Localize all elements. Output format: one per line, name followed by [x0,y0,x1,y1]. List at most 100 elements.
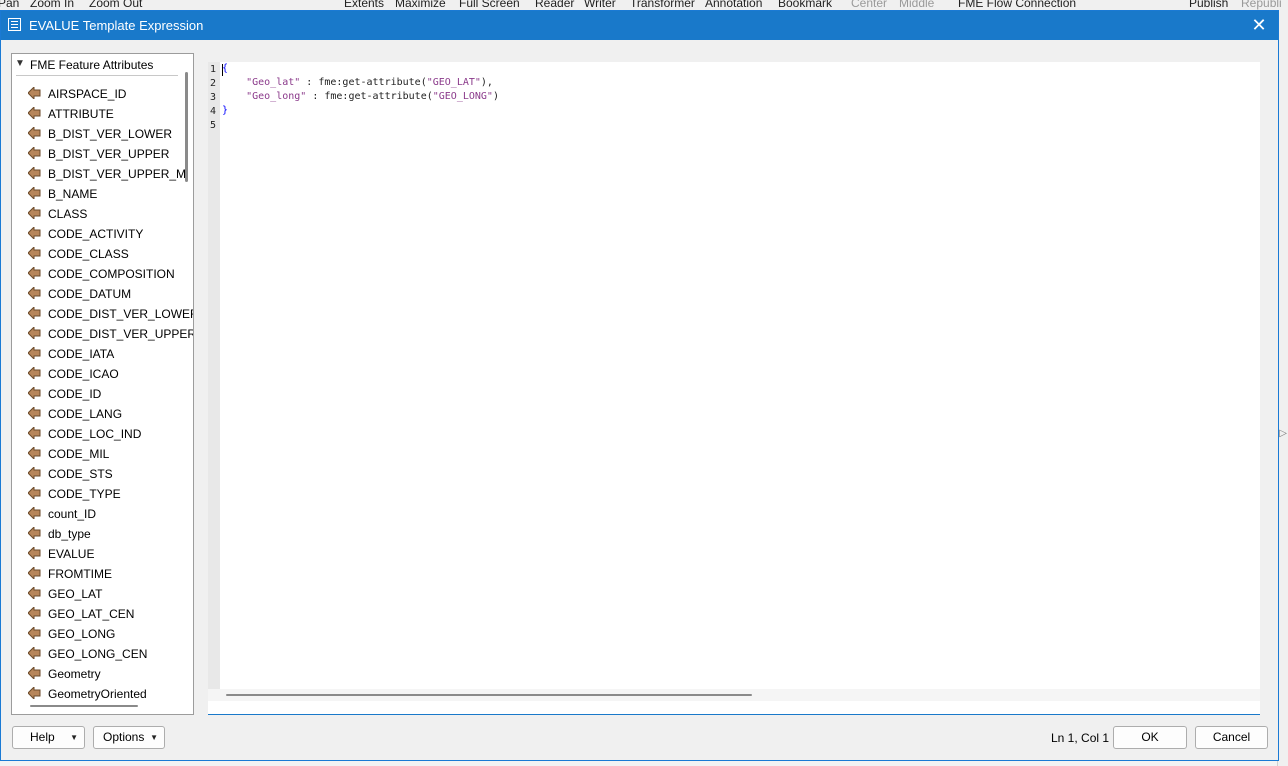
tree-item-label: CODE_CLASS [48,247,129,261]
tree-item-label: B_DIST_VER_UPPER_M [48,167,187,181]
background-toolbar-item: Publish [1189,0,1229,10]
code-token: : fme:get-attribute( [300,77,427,88]
background-toolbar-item: Center [851,0,888,10]
tree-item-label: GeometryOriented [48,687,147,701]
code-token: "GEO_LAT" [426,77,481,88]
attribute-arrow-icon [28,247,41,259]
code-line: "Geo_lat" : fme:get-attribute("GEO_LAT")… [222,77,493,88]
tree-root-label: FME Feature Attributes [30,58,154,72]
background-toolbar-item: Zoom Out [89,0,143,10]
tree-item-label: B_DIST_VER_UPPER [48,147,170,161]
tree-item-attribute[interactable]: ATTRIBUTE [12,104,178,124]
tree-item-label: Geometry [48,667,101,681]
background-toolbar-item: Maximize [395,0,446,10]
attribute-arrow-icon [28,207,41,219]
background-toolbar-item: Reader [535,0,575,10]
tree-horizontal-scrollbar[interactable] [30,705,138,707]
line-number: 1 [210,64,217,75]
attribute-arrow-icon [28,167,41,179]
tree-item-attribute[interactable]: CLASS [12,204,178,224]
tree-item-attribute[interactable]: B_DIST_VER_UPPER [12,144,178,164]
tree-item-attribute[interactable]: CODE_ID [12,384,178,404]
tree-item-label: CLASS [48,207,88,221]
tree-item-attribute[interactable]: Geometry [12,664,178,684]
tree-item-attribute[interactable]: GeometryOriented [12,684,178,704]
background-toolbar-item: Extents [344,0,385,10]
tree-item-label: CODE_ID [48,387,102,401]
tree-item-attribute[interactable]: FROMTIME [12,564,178,584]
editor-horizontal-scrollbar[interactable] [226,694,752,696]
tree-item-attribute[interactable]: GEO_LAT [12,584,178,604]
tree-item-attribute[interactable]: CODE_CLASS [12,244,178,264]
tree-item-attribute[interactable]: EVALUE [12,544,178,564]
tree-item-label: CODE_LOC_IND [48,427,142,441]
tree-item-attribute[interactable]: CODE_DIST_VER_UPPER [12,324,193,344]
attribute-arrow-icon [28,427,41,439]
tree-item-attribute[interactable]: B_DIST_VER_UPPER_M [12,164,186,184]
attribute-arrow-icon [28,127,41,139]
text-caret [222,64,223,76]
expression-editor[interactable]: 12345 { "Geo_lat" : fme:get-attribute("G… [208,62,1260,715]
chevron-down-icon: ▼ [150,733,158,742]
attribute-arrow-icon [28,387,41,399]
attribute-arrow-icon [28,307,41,319]
tree-item-label: CODE_DIST_VER_LOWER [48,307,194,321]
attribute-arrow-icon [28,687,41,699]
tree-item-label: CODE_DIST_VER_UPPER [48,327,194,341]
help-button[interactable]: Help ▼ [12,726,85,749]
tree-root-fme-feature-attributes[interactable]: ▼ FME Feature Attributes [12,56,178,76]
side-arrow-icon: ▷ [1279,428,1287,439]
tree-item-label: GEO_LONG_CEN [48,647,148,661]
tree-item-attribute[interactable]: CODE_LANG [12,404,178,424]
attribute-arrow-icon [28,587,41,599]
tree-item-attribute[interactable]: B_DIST_VER_LOWER [12,124,178,144]
code-token: "GEO_LONG" [432,91,493,102]
chevron-down-icon[interactable]: ▼ [15,58,25,69]
attribute-tree[interactable]: ▼ FME Feature Attributes AIRSPACE_ID ATTR… [11,53,194,715]
options-button[interactable]: Options ▼ [93,726,165,749]
tree-item-attribute[interactable]: GEO_LONG [12,624,178,644]
tree-item-attribute[interactable]: CODE_STS [12,464,178,484]
tree-item-attribute[interactable]: CODE_IATA [12,344,178,364]
tree-item-attribute[interactable]: B_NAME [12,184,178,204]
attribute-arrow-icon [28,147,41,159]
background-toolbar-item: Full Screen [459,0,520,10]
code-token: } [222,105,229,116]
tree-item-attribute[interactable]: CODE_MIL [12,444,178,464]
line-number-gutter: 1 2 3 4 5 [208,62,220,689]
tree-item-attribute[interactable]: CODE_DIST_VER_LOWER [12,304,193,324]
background-toolbar-item: Middle [899,0,935,10]
window-icon [8,18,21,31]
tree-item-attribute[interactable]: AIRSPACE_ID [12,84,178,104]
tree-item-attribute[interactable]: CODE_LOC_IND [12,424,178,444]
tree-vertical-scrollbar[interactable] [185,72,188,182]
line-number: 5 [210,120,217,131]
code-token: "Geo_long" [246,91,307,102]
tree-item-label: count_ID [48,507,97,521]
tree-item-label: GEO_LAT_CEN [48,607,135,621]
close-button[interactable]: ✕ [1250,15,1268,35]
options-button-label: Options [103,730,145,744]
tree-item-attribute[interactable]: CODE_ICAO [12,364,178,384]
tree-item-attribute[interactable]: CODE_COMPOSITION [12,264,178,284]
background-toolbar-item: Annotation [705,0,763,10]
attribute-arrow-icon [28,667,41,679]
cancel-button[interactable]: Cancel [1195,726,1268,749]
ok-button[interactable]: OK [1113,726,1187,749]
tree-item-attribute[interactable]: GEO_LAT_CEN [12,604,178,624]
tree-item-attribute[interactable]: db_type [12,524,178,544]
tree-item-attribute[interactable]: CODE_ACTIVITY [12,224,178,244]
tree-item-label: EVALUE [48,547,95,561]
tree-item-attribute[interactable]: count_ID [12,504,178,524]
tree-root-divider [16,75,178,76]
line-number: 4 [210,106,217,117]
tree-item-attribute[interactable]: CODE_DATUM [12,284,178,304]
dialog-title: EVALUE Template Expression [29,18,204,33]
help-button-label: Help [30,730,55,744]
background-toolbar-item: FME Flow Connection [958,0,1077,10]
tree-item-label: CODE_IATA [48,347,115,361]
tree-item-attribute[interactable]: CODE_TYPE [12,484,178,504]
attribute-arrow-icon [28,647,41,659]
tree-item-attribute[interactable]: GEO_LONG_CEN [12,644,178,664]
